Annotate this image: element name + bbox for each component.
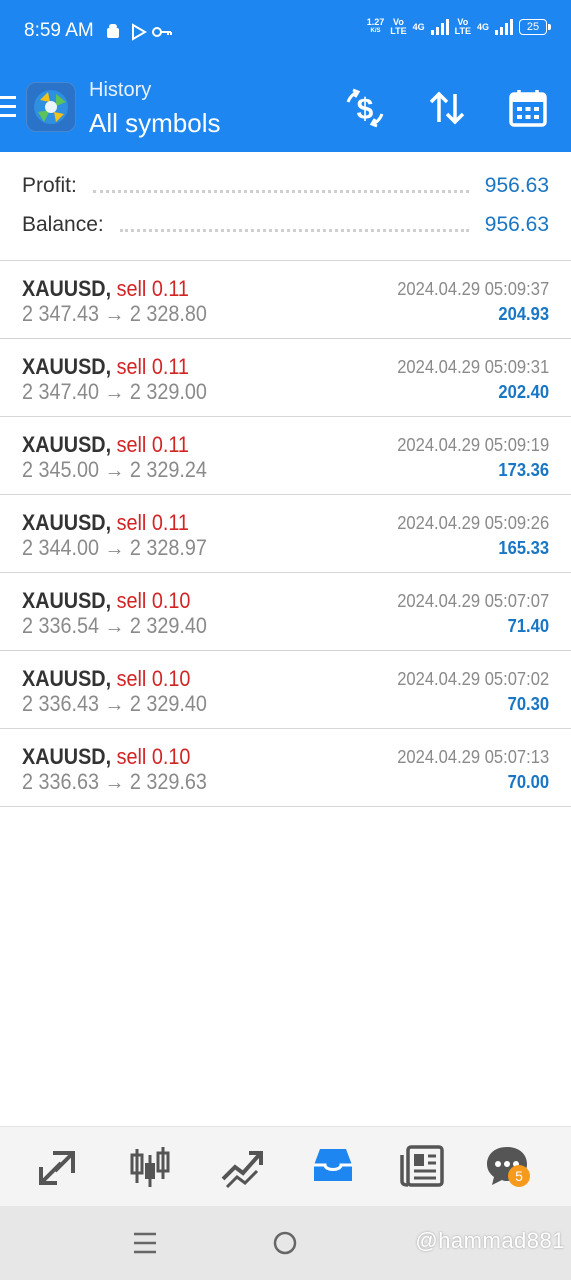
deal-prices: 2 344.00 → 2 328.97 bbox=[22, 535, 207, 560]
bottom-nav: 5 bbox=[0, 1126, 571, 1207]
header-title[interactable]: All symbols bbox=[89, 108, 220, 139]
deal-prices: 2 336.54 → 2 329.40 bbox=[22, 613, 207, 638]
deal-row[interactable]: XAUUSD, sell 0.11 2 347.43 → 2 328.80 20… bbox=[0, 261, 571, 339]
deal-time: 2024.04.29 05:09:26 bbox=[397, 513, 549, 533]
network-type-2: 4G bbox=[476, 21, 489, 32]
balance-label: Balance: bbox=[22, 213, 104, 236]
deal-prices: 2 347.43 → 2 328.80 bbox=[22, 301, 207, 326]
deal-row[interactable]: XAUUSD, sell 0.11 2 347.40 → 2 329.00 20… bbox=[0, 339, 571, 417]
deal-row[interactable]: XAUUSD, sell 0.11 2 344.00 → 2 328.97 20… bbox=[0, 495, 571, 573]
sort-icon[interactable] bbox=[425, 86, 469, 130]
dotted-leader bbox=[119, 219, 469, 232]
deals-list: XAUUSD, sell 0.11 2 347.43 → 2 328.80 20… bbox=[0, 261, 571, 807]
chat-icon[interactable]: 5 bbox=[482, 1141, 532, 1191]
net-speed: 1.27 K/S bbox=[366, 17, 385, 35]
deal-symbol: XAUUSD, sell 0.11 bbox=[22, 354, 189, 379]
app-header: 8:59 AM 1.27 K/S Vo LTE 4G Vo LTE 4G 25 … bbox=[0, 0, 571, 152]
svg-text:$: $ bbox=[357, 93, 374, 126]
deal-profit: 71.40 bbox=[507, 616, 549, 636]
deal-profit: 70.30 bbox=[507, 694, 549, 714]
history-icon[interactable] bbox=[308, 1141, 358, 1191]
balance-row: Balance: 956.63 bbox=[22, 210, 549, 240]
app-logo bbox=[26, 82, 76, 132]
volte-indicator-2: Vo LTE bbox=[454, 17, 471, 36]
status-right-group: 1.27 K/S Vo LTE 4G Vo LTE 4G 25 bbox=[366, 17, 551, 36]
deal-symbol: XAUUSD, sell 0.11 bbox=[22, 276, 189, 301]
status-notification-icons bbox=[105, 21, 175, 47]
deal-type: sell 0.11 bbox=[116, 510, 189, 535]
android-play-key-icons bbox=[107, 23, 172, 41]
deal-row[interactable]: XAUUSD, sell 0.10 2 336.63 → 2 329.63 20… bbox=[0, 729, 571, 807]
deal-time: 2024.04.29 05:07:13 bbox=[397, 747, 549, 767]
system-nav: @hammad881 bbox=[0, 1206, 571, 1280]
deal-time: 2024.04.29 05:09:19 bbox=[397, 435, 549, 455]
deal-prices: 2 336.43 → 2 329.40 bbox=[22, 691, 207, 716]
volte-indicator-1: Vo LTE bbox=[390, 17, 407, 36]
deal-row[interactable]: XAUUSD, sell 0.10 2 336.54 → 2 329.40 20… bbox=[0, 573, 571, 651]
chat-badge: 5 bbox=[508, 1165, 530, 1187]
menu-icon[interactable] bbox=[0, 96, 16, 118]
news-icon[interactable] bbox=[398, 1141, 448, 1191]
account-summary: Profit: 956.63 Balance: 956.63 bbox=[0, 152, 571, 261]
deal-symbol: XAUUSD, sell 0.10 bbox=[22, 666, 191, 691]
status-time: 8:59 AM bbox=[24, 20, 94, 41]
deal-time: 2024.04.29 05:09:37 bbox=[397, 279, 549, 299]
signal-icon bbox=[430, 19, 449, 35]
deal-type: sell 0.11 bbox=[116, 354, 189, 379]
deal-profit: 202.40 bbox=[498, 382, 549, 402]
deal-symbol: XAUUSD, sell 0.10 bbox=[22, 588, 191, 613]
deal-row[interactable]: XAUUSD, sell 0.11 2 345.00 → 2 329.24 20… bbox=[0, 417, 571, 495]
deal-prices: 2 347.40 → 2 329.00 bbox=[22, 379, 207, 404]
profit-row: Profit: 956.63 bbox=[22, 171, 549, 201]
header-subtitle: History bbox=[89, 79, 152, 101]
dollar-exchange-icon[interactable]: $ bbox=[343, 86, 387, 130]
deal-type: sell 0.10 bbox=[116, 588, 191, 613]
profit-label: Profit: bbox=[22, 174, 77, 197]
home-icon[interactable] bbox=[270, 1228, 300, 1258]
deal-type: sell 0.10 bbox=[116, 744, 191, 769]
profit-value: 956.63 bbox=[484, 174, 549, 197]
status-bar: 8:59 AM 1.27 K/S Vo LTE 4G Vo LTE 4G 25 bbox=[0, 0, 571, 64]
signal-icon bbox=[495, 19, 513, 35]
deal-type: sell 0.10 bbox=[116, 666, 191, 691]
deal-symbol: XAUUSD, sell 0.10 bbox=[22, 744, 191, 769]
deal-time: 2024.04.29 05:09:31 bbox=[397, 357, 549, 377]
deal-profit: 70.00 bbox=[507, 772, 549, 792]
battery-icon: 25 bbox=[519, 19, 551, 35]
dotted-leader bbox=[92, 180, 469, 193]
deal-row[interactable]: XAUUSD, sell 0.10 2 336.43 → 2 329.40 20… bbox=[0, 651, 571, 729]
balance-value: 956.63 bbox=[484, 213, 549, 236]
deal-profit: 204.93 bbox=[498, 304, 549, 324]
deal-prices: 2 336.63 → 2 329.63 bbox=[22, 769, 207, 794]
deal-symbol: XAUUSD, sell 0.11 bbox=[22, 510, 189, 535]
deal-type: sell 0.11 bbox=[116, 276, 189, 301]
deal-symbol: XAUUSD, sell 0.11 bbox=[22, 432, 189, 457]
deal-profit: 165.33 bbox=[498, 538, 549, 558]
trade-icon[interactable] bbox=[217, 1141, 267, 1191]
quotes-icon[interactable] bbox=[33, 1141, 83, 1191]
watermark: @hammad881 bbox=[415, 1228, 565, 1253]
deal-type: sell 0.11 bbox=[116, 432, 189, 457]
deal-time: 2024.04.29 05:07:07 bbox=[397, 591, 549, 611]
recent-apps-icon[interactable] bbox=[130, 1228, 160, 1258]
deal-profit: 173.36 bbox=[498, 460, 549, 480]
calendar-icon[interactable] bbox=[506, 86, 550, 130]
deal-prices: 2 345.00 → 2 329.24 bbox=[22, 457, 207, 482]
deal-time: 2024.04.29 05:07:02 bbox=[397, 669, 549, 689]
chart-icon[interactable] bbox=[125, 1141, 175, 1191]
network-type-1: 4G bbox=[412, 21, 425, 32]
